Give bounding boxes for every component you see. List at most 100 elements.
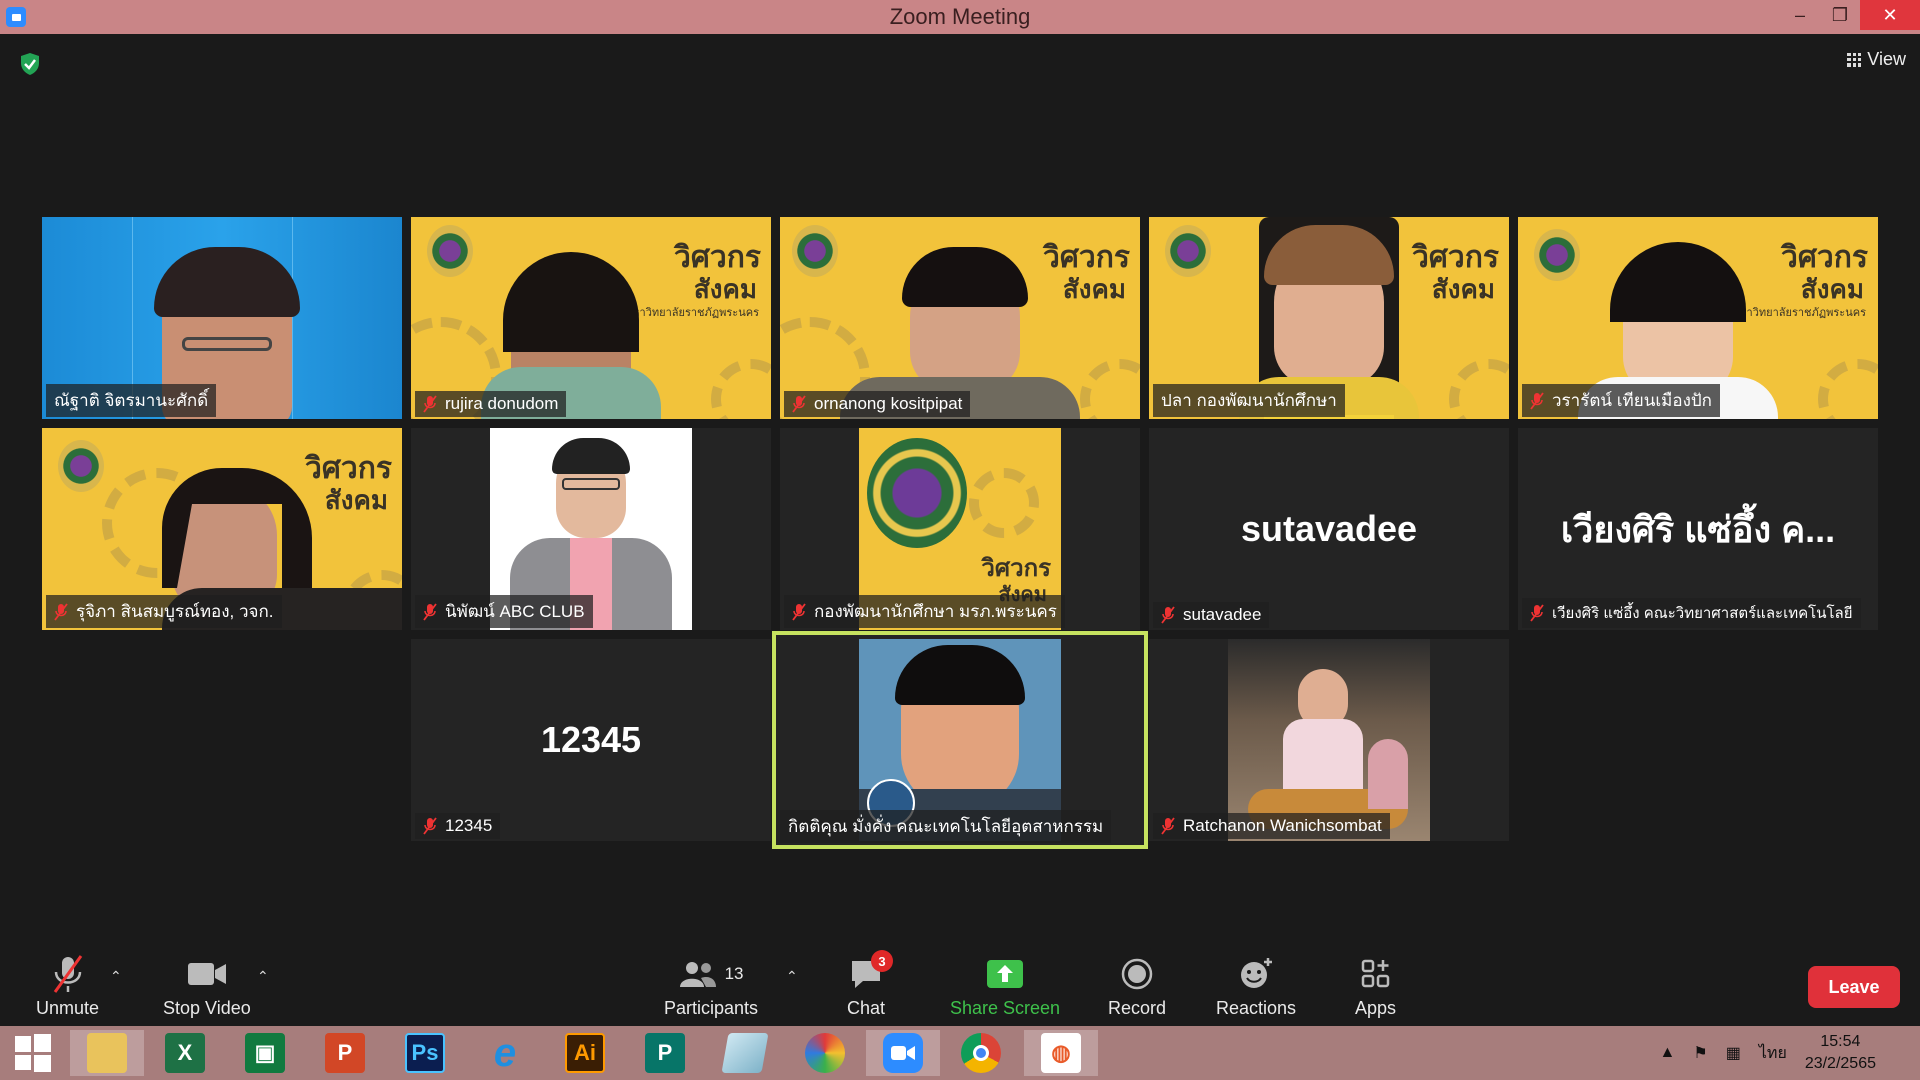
notes-icon: [721, 1033, 769, 1073]
participant-name-label: ปลา กองพัฒนานักศึกษา: [1153, 384, 1345, 417]
chat-button[interactable]: 3 Chat: [847, 950, 894, 1019]
network-icon[interactable]: ▦: [1726, 1043, 1741, 1063]
stop-video-button[interactable]: Stop Video: [163, 954, 251, 1019]
taskbar-excel[interactable]: X: [156, 1030, 214, 1076]
participant-display-name: sutavadee: [1240, 508, 1418, 549]
participant-tile[interactable]: นิพัฒน์ ABC CLUB: [411, 428, 771, 630]
university-seal-icon: [867, 438, 967, 548]
taskbar-zoom[interactable]: [866, 1030, 940, 1076]
input-language[interactable]: ไทย: [1759, 1041, 1787, 1066]
mic-muted-icon: [54, 602, 68, 621]
restore-button[interactable]: ❐: [1820, 0, 1860, 30]
close-button[interactable]: ✕: [1860, 0, 1920, 30]
taskbar-chrome[interactable]: [952, 1030, 1010, 1076]
participant-name-label: รุจิภา สินสมบูรณ์ทอง, วจก.: [46, 595, 282, 628]
university-seal-icon: [58, 440, 104, 492]
clock-time: 15:54: [1820, 1033, 1861, 1050]
photoshop-icon: Ps: [405, 1033, 445, 1073]
participant-name-label: Ratchanon Wanichsombat: [1153, 813, 1390, 839]
zoom-icon: [883, 1033, 923, 1073]
taskbar-illustrator[interactable]: Ai: [556, 1030, 614, 1076]
store-bag-icon: ▣: [245, 1033, 285, 1073]
participant-display-name: 12345: [540, 719, 642, 760]
record-button[interactable]: Record: [1108, 954, 1166, 1019]
security-shield-icon[interactable]: [20, 52, 40, 76]
windows-taskbar: X ▣ P Ps e Ai P ◍ ▲ ⚑ ▦ ไทย 15:54 23/2/2…: [0, 1026, 1920, 1080]
participant-tile[interactable]: วิศวกร สังคม รุจิภา สินสมบูรณ์ทอง, วจก.: [42, 428, 402, 630]
mic-muted-icon: [792, 395, 806, 413]
meeting-toolbar: Unmute ⌃ Stop Video ⌃ 13 Participants ⌃ …: [0, 950, 1920, 1026]
university-seal-icon: [792, 225, 838, 277]
unmute-button[interactable]: Unmute: [36, 954, 99, 1019]
reactions-button[interactable]: Reactions: [1216, 954, 1296, 1019]
mic-muted-icon: [1161, 606, 1175, 624]
share-screen-button[interactable]: Share Screen: [950, 954, 1060, 1019]
zoom-app-icon: [6, 7, 26, 27]
taskbar-store[interactable]: ▣: [236, 1030, 294, 1076]
participant-name-label: sutavadee: [1153, 602, 1270, 628]
taskbar-notes[interactable]: [716, 1030, 774, 1076]
paint-icon: ◍: [1041, 1033, 1081, 1073]
taskbar-publisher[interactable]: P: [636, 1030, 694, 1076]
taskbar-powerpoint[interactable]: P: [316, 1030, 374, 1076]
participant-name-label: ornanong kositpipat: [784, 391, 971, 417]
taskbar-internet-explorer[interactable]: e: [476, 1030, 534, 1076]
show-hidden-icons[interactable]: ▲: [1660, 1044, 1676, 1062]
taskbar-file-explorer[interactable]: [70, 1030, 144, 1076]
start-button[interactable]: [4, 1030, 62, 1076]
taskbar-paint[interactable]: ◍: [1024, 1030, 1098, 1076]
taskbar-photoshop[interactable]: Ps: [396, 1030, 454, 1076]
powerpoint-icon: P: [325, 1033, 365, 1073]
minimize-button[interactable]: –: [1780, 0, 1820, 30]
participant-tile[interactable]: วิศวกร สังคม มหาวิทยาลัยราชภัฏพระนคร วรา…: [1518, 217, 1878, 419]
active-speaker-tile[interactable]: กิตติคุณ มั่งคั่ง คณะเทคโนโลยีอุตสาหกรรม: [772, 631, 1148, 849]
mic-muted-icon: [423, 602, 437, 621]
record-icon: [1121, 958, 1153, 990]
participants-icon: [679, 962, 716, 987]
participant-tile[interactable]: วิศวกร สังคม มหาวิทยาลัยราชภัฏพระนคร ruj…: [411, 217, 771, 419]
video-options-caret-icon[interactable]: ⌃: [257, 968, 269, 985]
taskbar-photoscape[interactable]: [796, 1030, 854, 1076]
windows-logo-icon: [15, 1034, 51, 1072]
leave-button[interactable]: Leave: [1808, 966, 1900, 1008]
share-screen-icon: [987, 960, 1024, 988]
participants-caret-icon[interactable]: ⌃: [786, 968, 798, 985]
action-center-flag-icon[interactable]: ⚑: [1693, 1043, 1707, 1063]
participant-name-label: นิพัฒน์ ABC CLUB: [415, 595, 593, 628]
audio-options-caret-icon[interactable]: ⌃: [110, 968, 122, 985]
chat-unread-badge: 3: [871, 950, 894, 972]
participant-tile[interactable]: วิศวกร สังคม ornanong kositpipat: [780, 217, 1140, 419]
excel-icon: X: [165, 1033, 205, 1073]
grid-view-icon: [1847, 52, 1862, 67]
participant-name-label: ณัฐาติ จิตรมานะศักดิ์: [46, 384, 217, 417]
participant-tile[interactable]: เวียงศิริ แซ่อึ้ง ค... เวียงศิริ แซ่อึ้ง…: [1518, 428, 1878, 630]
clock-date: 23/2/2565: [1804, 1055, 1876, 1072]
illustrator-icon: Ai: [565, 1033, 605, 1073]
participant-tile[interactable]: Ratchanon Wanichsombat: [1149, 639, 1509, 841]
photoscape-icon: [805, 1033, 845, 1073]
apps-button[interactable]: Apps: [1355, 954, 1396, 1019]
window-controls: – ❐ ✕: [1780, 0, 1920, 34]
university-seal-icon: [427, 225, 473, 277]
participant-tile[interactable]: วิศวกร สังคม กองพัฒนานักศึกษา มรภ.พระนคร: [780, 428, 1140, 630]
clock[interactable]: 15:54 23/2/2565: [1805, 1031, 1876, 1075]
mic-muted-icon: [792, 602, 806, 621]
participant-name-label: กองพัฒนานักศึกษา มรภ.พระนคร: [784, 595, 1065, 628]
participant-name-label: กิตติคุณ มั่งคั่ง คณะเทคโนโลยีอุตสาหกรรม: [780, 810, 1112, 843]
university-seal-icon: [1165, 225, 1211, 277]
university-seal-icon: [1534, 229, 1580, 281]
mic-muted-icon: [423, 395, 437, 413]
participant-tile[interactable]: วิศวกร สังคม ปลา กองพัฒนานักศึกษา: [1149, 217, 1509, 419]
folder-icon: [87, 1033, 127, 1073]
participants-button[interactable]: 13 Participants: [664, 954, 758, 1019]
view-button[interactable]: View: [1847, 49, 1906, 70]
participant-tile[interactable]: 12345 12345: [411, 639, 771, 841]
participant-name-label: วรารัตน์ เทียนเมืองปัก: [1522, 384, 1720, 417]
mic-muted-icon: [1161, 817, 1175, 835]
publisher-icon: P: [645, 1033, 685, 1073]
system-tray: ▲ ⚑ ▦ ไทย 15:54 23/2/2565: [1660, 1026, 1920, 1080]
mic-muted-icon: [1530, 391, 1544, 410]
participant-tile[interactable]: sutavadee sutavadee: [1149, 428, 1509, 630]
participant-name-label: 12345: [415, 813, 501, 839]
participant-tile[interactable]: ณัฐาติ จิตรมานะศักดิ์: [42, 217, 402, 419]
